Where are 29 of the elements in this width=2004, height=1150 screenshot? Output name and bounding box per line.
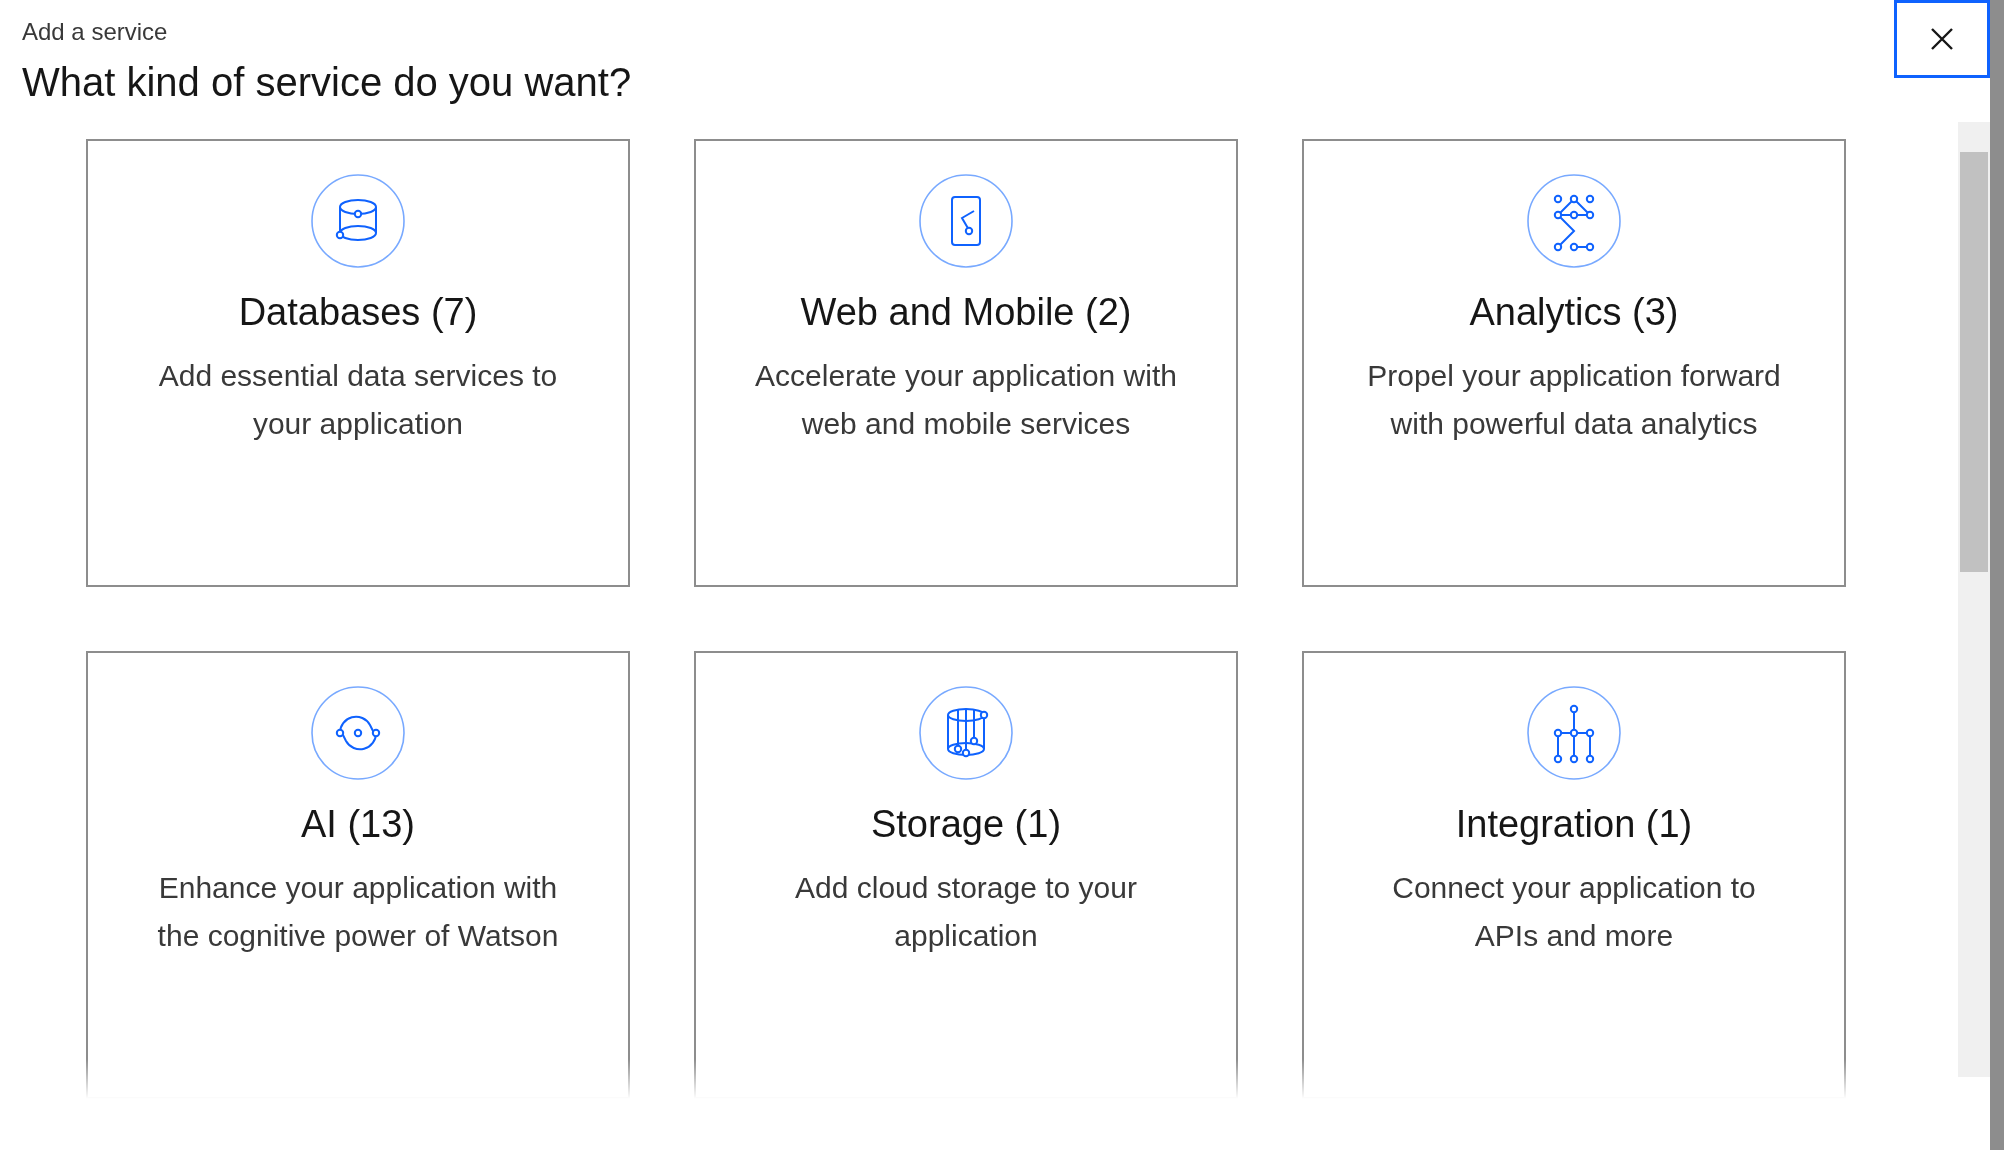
card-description: Propel your application forward with powerful data analytics — [1366, 358, 1782, 442]
dialog-title: What kind of service do you want? — [22, 60, 632, 105]
card-title: Databases (7) — [238, 291, 478, 334]
card-description: Add cloud storage to your application — [794, 870, 1138, 954]
scrollbar[interactable] — [1958, 122, 1990, 1077]
network-icon — [1526, 173, 1622, 269]
card-title: Integration (1) — [1455, 803, 1693, 846]
database-icon — [310, 173, 406, 269]
card-description: Accelerate your application with web and mobile services — [754, 358, 1178, 442]
card-title: AI (13) — [300, 803, 415, 846]
card-title: Web and Mobile (2) — [800, 291, 1132, 334]
service-card[interactable]: Web and Mobile (2) Accelerate your application with web and mobile services — [694, 139, 1238, 587]
storage-cylinder-icon — [918, 685, 1014, 781]
hierarchy-icon — [1526, 685, 1622, 781]
card-description: Enhance your application with the cognitive power of Watson — [156, 870, 560, 954]
mobile-icon — [918, 173, 1014, 269]
service-card[interactable]: Storage (1) Add cloud storage to your application — [694, 651, 1238, 1099]
card-title: Storage (1) — [870, 803, 1062, 846]
close-icon — [1929, 26, 1955, 52]
service-card[interactable]: Integration (1) Connect your application to APIs and more — [1302, 651, 1846, 1099]
dialog-label: Add a service — [22, 18, 168, 46]
service-card[interactable]: Analytics (3) Propel your application forward with powerful data analytics — [1302, 139, 1846, 587]
card-title: Analytics (3) — [1469, 291, 1679, 334]
card-description: Connect your application to APIs and more — [1391, 870, 1757, 954]
service-card[interactable]: Databases (7) Add essential data services to your application — [86, 139, 630, 587]
close-button[interactable] — [1894, 0, 1990, 78]
card-description: Add essential data services to your application — [157, 358, 559, 442]
service-card[interactable]: AI (13) Enhance your application with the cognitive power of Watson — [86, 651, 630, 1099]
scroll-thumb[interactable] — [1960, 152, 1988, 572]
